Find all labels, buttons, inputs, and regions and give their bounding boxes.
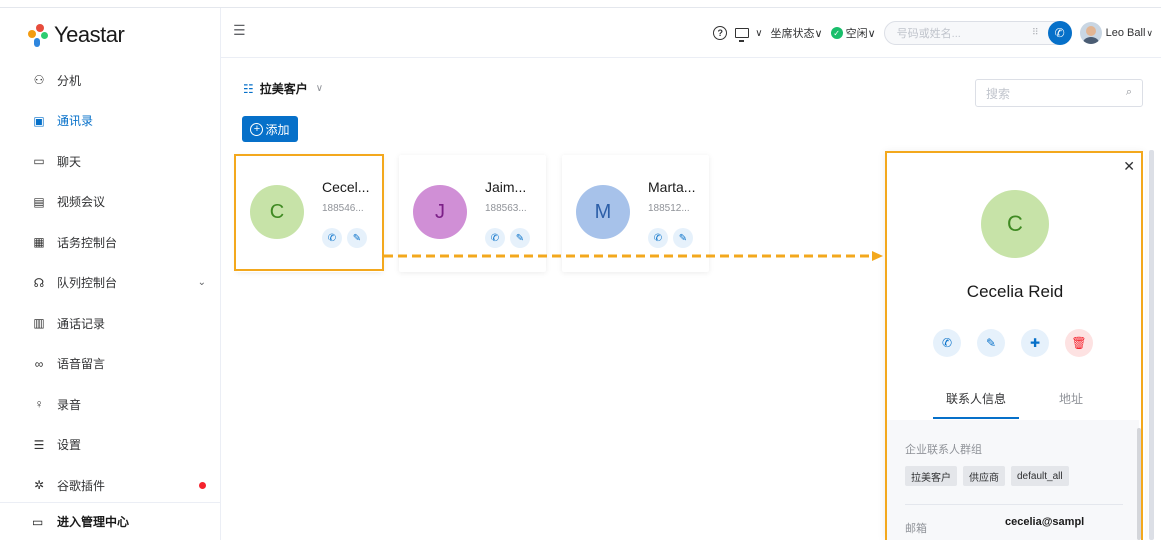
edit-icon[interactable]: ✎ [673,228,693,248]
contact-search-input[interactable]: 搜索 ⌕ [975,79,1143,107]
check-icon: ✓ [830,27,843,39]
sidebar-item-label: 录音 [57,397,82,412]
sidebar-item-operator-console[interactable]: ▦ 话务控制台 [0,222,220,263]
search-placeholder: 搜索 [986,86,1011,101]
call-log-icon: ▥ [33,316,45,331]
add-label: 添加 [265,122,290,137]
notification-dot [199,481,206,489]
contact-number: 188563... [485,203,527,214]
plus-icon: + [250,122,264,136]
app-window: Yeastar ⚇ 分机 ▣ 通讯录 ▭ 聊天 ▤ 视频会议 ▦ 话务控制台 ☊… [0,0,1161,540]
sidebar-item-settings[interactable]: ☰ 设置 [0,425,220,466]
page-scrollbar[interactable] [1149,150,1154,540]
dashed-arrow [384,251,883,261]
device-selector[interactable]: ∨ [735,27,763,42]
sidebar-item-label: 设置 [57,438,82,453]
contact-actions: ✆ ✎ [648,228,698,248]
menu-collapse-icon[interactable]: ☰ [233,22,246,39]
highlight-box-detail [885,151,1143,540]
queue-console-icon: ☊ [33,275,45,290]
phone-icon[interactable]: ✆ [648,228,668,248]
contact-actions: ✆ ✎ [485,228,535,248]
call-button[interactable]: ✆ [1047,21,1072,45]
contact-group-selector[interactable]: ☷ 拉美客户 ∨ [243,80,323,97]
chat-icon: ▭ [33,154,45,169]
voicemail-icon: ∞ [34,356,44,371]
top-header: ☰ ? ∨ 坐席状态∨ ✓ 空闲∨ 号码或姓名... ⠿ ✆ Leo Ball … [221,8,1161,58]
chevron-down-icon: ∨ [315,83,324,94]
yeastar-logo[interactable]: Yeastar [26,20,125,50]
chevron-down-icon: ∨ [1146,27,1153,38]
chevron-down-icon: ∨ [755,27,763,39]
presence-dropdown[interactable]: ✓ 空闲∨ [830,25,876,41]
contact-avatar: J [413,185,467,239]
edit-icon[interactable]: ✎ [510,228,530,248]
presence-label: 空闲∨ [845,28,876,40]
avatar[interactable] [1079,22,1102,44]
plugin-icon: ✲ [33,478,45,493]
sidebar-item-plugin[interactable]: ✲ 谷歌插件 [0,465,220,506]
settings-icon: ☰ [33,437,45,452]
dial-search-input[interactable]: 号码或姓名... ⠿ ✆ [883,21,1072,45]
admin-center-icon: ▭ [32,514,44,529]
phone-icon[interactable]: ✆ [485,228,505,248]
sidebar-item-chat[interactable]: ▭ 聊天 [0,141,220,182]
monitor-icon [735,28,750,42]
contact-name: Marta... [648,179,696,195]
dial-placeholder: 号码或姓名... [896,28,961,40]
extension-icon: ⚇ [33,73,45,88]
chevron-down-icon[interactable]: ⌄ [198,277,206,288]
highlight-box-card [234,154,384,271]
logo-mark-icon [26,22,50,48]
user-menu[interactable]: Leo Ball ∨ [1106,27,1153,39]
contact-number: 188512... [648,203,690,214]
operator-console-icon: ▦ [33,235,45,250]
sidebar-item-label: 分机 [57,73,82,88]
sidebar-item-voicemail[interactable]: ∞ 语音留言 [0,344,220,385]
dialpad-icon[interactable]: ⠿ [1032,27,1039,38]
help-icon[interactable]: ? [713,26,728,40]
sidebar-item-contacts[interactable]: ▣ 通讯录 [0,101,220,142]
agent-status-dropdown[interactable]: 坐席状态∨ [771,25,823,41]
sidebar-item-label: 聊天 [57,154,82,169]
sidebar: Yeastar ⚇ 分机 ▣ 通讯录 ▭ 聊天 ▤ 视频会议 ▦ 话务控制台 ☊… [0,8,221,540]
sidebar-item-label: 语音留言 [57,357,106,372]
sidebar-item-label: 队列控制台 [57,276,118,291]
video-conference-icon: ▤ [33,194,45,209]
admin-center-link[interactable]: ▭ 进入管理中心 [0,502,220,540]
sidebar-item-label: 视频会议 [57,195,106,210]
contact-avatar: M [576,185,630,239]
logo-text: Yeastar [54,22,125,47]
sidebar-item-call-log[interactable]: ▥ 通话记录 [0,303,220,344]
sidebar-item-label: 话务控制台 [57,235,118,250]
sidebar-item-label: 通讯录 [57,114,94,129]
contact-name: Jaim... [485,179,527,195]
header-toolbar: ? ∨ 坐席状态∨ ✓ 空闲∨ 号码或姓名... ⠿ ✆ Leo Ball ∨ [705,18,1153,48]
sidebar-item-video-conference[interactable]: ▤ 视频会议 [0,182,220,223]
sidebar-item-extension[interactable]: ⚇ 分机 [0,60,220,101]
sidebar-item-recording[interactable]: ♀ 录音 [0,384,220,425]
sidebar-item-label: 谷歌插件 [57,478,106,493]
search-icon: ⌕ [1125,86,1132,98]
group-label: 拉美客户 [259,82,308,96]
recording-icon: ♀ [34,397,44,412]
sidebar-nav: ⚇ 分机 ▣ 通讯录 ▭ 聊天 ▤ 视频会议 ▦ 话务控制台 ☊ 队列控制台 ⌄… [0,60,220,506]
contacts-icon: ▣ [33,113,45,128]
user-name: Leo Ball [1105,27,1146,39]
admin-center-label: 进入管理中心 [57,515,130,529]
window-top-strip [0,0,1161,8]
sidebar-item-label: 通话记录 [57,316,106,331]
group-icon: ☷ [243,81,254,96]
sidebar-item-queue-console[interactable]: ☊ 队列控制台 ⌄ [0,263,220,304]
add-contact-button[interactable]: + 添加 [242,116,298,142]
